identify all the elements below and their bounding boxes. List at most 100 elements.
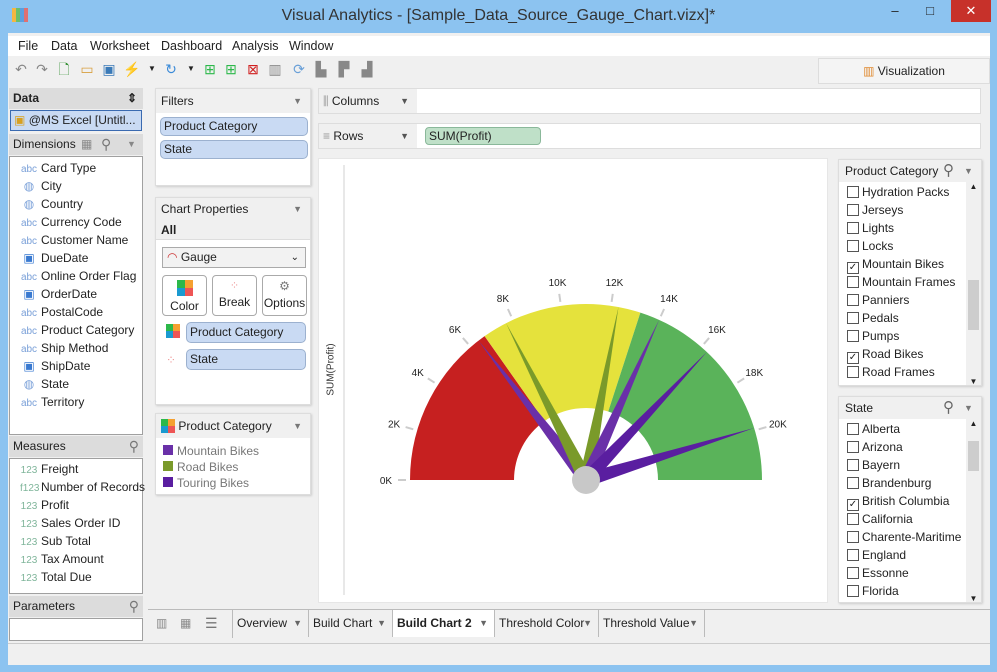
close-button[interactable]: ✕ (951, 0, 991, 22)
data-source[interactable]: ▣ @MS Excel [Untitl... (10, 110, 142, 131)
rows-shelf[interactable]: ≡ Rows ▼ SUM(Profit) (318, 123, 981, 149)
save-icon[interactable]: ▣ (100, 60, 118, 78)
add-dashboard-icon[interactable]: ⊞ (222, 60, 240, 78)
menu-dashboard[interactable]: Dashboard (161, 39, 222, 53)
filter-checkbox-item[interactable]: Pedals (847, 309, 899, 327)
undo-icon[interactable]: ↶ (12, 60, 30, 78)
new-dashboard-icon[interactable]: ▦ (180, 616, 191, 630)
filter-checkbox-item[interactable]: ✓ British Columbia (847, 492, 949, 511)
checkbox[interactable] (847, 222, 859, 234)
checkbox[interactable] (847, 585, 859, 597)
minimize-button[interactable]: – (880, 0, 910, 22)
sort-icon[interactable]: ⇕ (127, 88, 137, 109)
new-worksheet-icon[interactable]: ▥ (156, 616, 167, 630)
swap-axes-icon[interactable]: ⟳ (290, 60, 308, 78)
add-chart-icon[interactable]: ⊞ (201, 60, 219, 78)
table-icon[interactable]: ▦ (81, 134, 92, 155)
dimension-item[interactable]: abc Online Order Flag (20, 267, 136, 285)
measure-item[interactable]: 123 Sales Order ID (20, 514, 121, 532)
checkbox[interactable] (847, 294, 859, 306)
filter-checkbox-item[interactable]: Alberta (847, 420, 900, 438)
sheet-tab[interactable]: Overview ▼ (233, 610, 309, 637)
dimension-item[interactable]: abc PostalCode (20, 303, 103, 321)
checkbox[interactable] (847, 513, 859, 525)
filter-checkbox-item[interactable]: Arizona (847, 438, 903, 456)
legend-item[interactable]: Road Bikes (163, 460, 238, 474)
filter-pill-product-category[interactable]: Product Category (160, 117, 308, 136)
fit-icon[interactable]: ▟ (358, 60, 376, 78)
filter-checkbox-item[interactable]: Panniers (847, 291, 909, 309)
measure-item[interactable]: 123 Profit (20, 496, 69, 514)
sheet-tab[interactable]: Build Chart ▼ (309, 610, 393, 637)
filter-checkbox-item[interactable]: Jerseys (847, 201, 903, 219)
legend-item[interactable]: Touring Bikes (163, 476, 249, 490)
menu-window[interactable]: Window (289, 39, 333, 53)
filter-checkbox-item[interactable]: Road Frames (847, 363, 935, 381)
search-icon[interactable]: ⚲ (943, 160, 954, 182)
checkbox[interactable] (847, 477, 859, 489)
filter-checkbox-item[interactable]: ✓ Road Bikes (847, 345, 923, 364)
checkbox[interactable] (847, 549, 859, 561)
measure-item[interactable]: 123 Tax Amount (20, 550, 104, 568)
checkbox[interactable] (847, 366, 859, 378)
checkbox[interactable] (847, 276, 859, 288)
dimension-item[interactable]: ◍ City (20, 177, 62, 195)
color-field-pill[interactable]: Product Category (186, 322, 306, 343)
dimension-item[interactable]: abc Product Category (20, 321, 134, 339)
dimension-item[interactable]: ▣ OrderDate (20, 285, 97, 303)
new-file-icon[interactable]: 🗋 (55, 60, 73, 78)
dimension-item[interactable]: abc Currency Code (20, 213, 122, 231)
chevron-down-icon[interactable]: ▼ (127, 134, 136, 155)
legend-item[interactable]: Mountain Bikes (163, 444, 259, 458)
chevron-down-icon[interactable]: ▼ (964, 397, 973, 419)
measure-item[interactable]: 123 Freight (20, 460, 79, 478)
checkbox[interactable] (847, 330, 859, 342)
measure-item[interactable]: f123 Number of Records (20, 478, 145, 496)
filter-checkbox-item[interactable]: Essonne (847, 564, 909, 582)
sheet-tab[interactable]: Threshold Color ▼ (495, 610, 599, 637)
measure-item[interactable]: 123 Total Due (20, 568, 92, 586)
menu-file[interactable]: File (18, 39, 38, 53)
parameters-list[interactable] (9, 618, 143, 641)
scrollbar[interactable]: ▲ ▼ (966, 182, 981, 385)
dimension-item[interactable]: abc Customer Name (20, 231, 128, 249)
filter-checkbox-item[interactable]: Locks (847, 237, 893, 255)
menu-data[interactable]: Data (51, 39, 77, 53)
break-field-pill[interactable]: State (186, 349, 306, 370)
dimension-item[interactable]: abc Ship Method (20, 339, 108, 357)
checkbox[interactable] (847, 441, 859, 453)
checkbox[interactable] (847, 567, 859, 579)
chevron-down-icon[interactable]: ▼ (964, 160, 973, 182)
scrollbar[interactable]: ▲ ▼ (966, 419, 981, 602)
dimension-item[interactable]: ◍ State (20, 375, 69, 393)
search-icon[interactable]: ⚲ (943, 397, 954, 419)
filter-checkbox-item[interactable]: Hydration Packs (847, 183, 949, 201)
chart-type-select[interactable]: ◠ Gauge ⌄ (162, 247, 306, 268)
chevron-down-icon[interactable]: ▼ (143, 60, 161, 78)
search-icon[interactable]: ⚲ (101, 134, 111, 155)
menu-analysis[interactable]: Analysis (232, 39, 279, 53)
filter-checkbox-item[interactable]: Charente-Maritime (847, 528, 961, 546)
sheet-tab[interactable]: Threshold Value ▼ (599, 610, 705, 637)
search-icon[interactable]: ⚲ (129, 436, 139, 457)
dimension-item[interactable]: abc Territory (20, 393, 84, 411)
filter-checkbox-item[interactable]: Bayern (847, 456, 900, 474)
filter-checkbox-item[interactable]: ✓ Mountain Bikes (847, 255, 944, 274)
sort-descending-icon[interactable]: ▛ (335, 60, 353, 78)
checkbox[interactable] (847, 240, 859, 252)
measure-item[interactable]: 123 Sub Total (20, 532, 91, 550)
refresh-icon[interactable]: ↻ (162, 60, 180, 78)
options-button[interactable]: ⚙ Options (262, 275, 307, 316)
chevron-down-icon[interactable]: ▼ (182, 60, 200, 78)
dimension-item[interactable]: ▣ ShipDate (20, 357, 90, 375)
filter-checkbox-item[interactable]: Pumps (847, 327, 899, 345)
chart-icon[interactable]: ▥ (266, 60, 284, 78)
list-icon[interactable]: ☰ (205, 615, 218, 632)
redo-icon[interactable]: ↷ (33, 60, 51, 78)
filter-checkbox-item[interactable]: Mountain Frames (847, 273, 955, 291)
menu-worksheet[interactable]: Worksheet (90, 39, 150, 53)
columns-shelf[interactable]: ⫼ Columns ▼ (318, 88, 981, 114)
open-folder-icon[interactable]: ▭ (78, 60, 96, 78)
maximize-button[interactable]: □ (915, 0, 945, 22)
filter-checkbox-item[interactable]: Lights (847, 219, 894, 237)
